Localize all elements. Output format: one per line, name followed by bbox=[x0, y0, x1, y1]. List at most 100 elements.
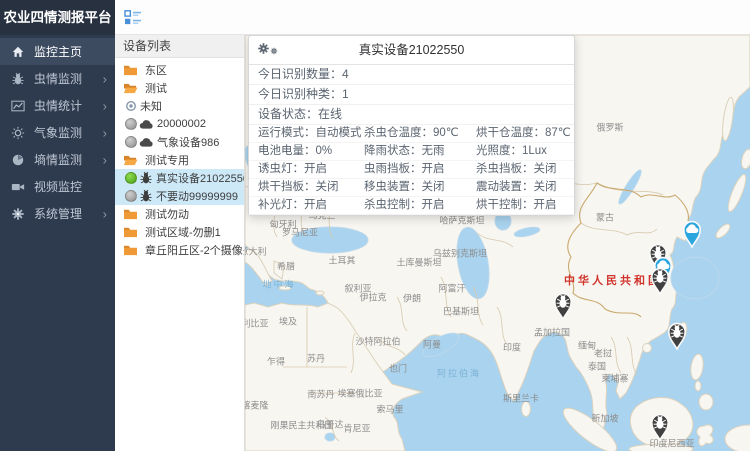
status-dot-offline bbox=[125, 190, 137, 202]
layout-list-icon[interactable] bbox=[124, 9, 142, 25]
popup-status-cell: 移虫装置：关闭 bbox=[355, 179, 467, 197]
popup-summary-row: 今日识别数量：4 bbox=[249, 65, 574, 85]
sidebar-item-label: 监控主页 bbox=[34, 43, 82, 60]
popup-header: 真实设备21022550 bbox=[249, 36, 574, 65]
status-dot-offline bbox=[125, 136, 137, 148]
sidebar-item-insect-monitor[interactable]: 虫情监测 › bbox=[0, 65, 115, 92]
popup-status-cell: 虫雨挡板：开启 bbox=[355, 161, 467, 179]
sidebar-item-label: 气象监测 bbox=[34, 124, 82, 141]
popup-status-cell: 降雨状态：无雨 bbox=[355, 143, 467, 161]
tree-device[interactable]: 20000002 bbox=[115, 115, 244, 133]
app-title: 农业四情测报平台 bbox=[0, 0, 115, 35]
popup-device-title: 真实设备21022550 bbox=[359, 43, 465, 57]
cloud-icon bbox=[139, 119, 154, 130]
chevron-right-icon: › bbox=[103, 207, 107, 220]
folder-label: 章丘阳丘区-2个摄像头 bbox=[145, 242, 244, 258]
sidebar-item-label: 视频监控 bbox=[34, 178, 82, 195]
device-settings-icon[interactable] bbox=[257, 42, 278, 55]
folder-label: 测试勿动 bbox=[145, 206, 189, 222]
popup-status-cell: 烘干挡板：关闭 bbox=[249, 179, 355, 197]
tree-folder[interactable]: 测试勿动 bbox=[115, 205, 244, 223]
insect-device-marker[interactable] bbox=[647, 264, 673, 296]
device-label: 不要动99999999 bbox=[156, 188, 238, 204]
insect-device-marker[interactable] bbox=[664, 319, 690, 351]
popup-status-cell: 电池电量：0% bbox=[249, 143, 355, 161]
popup-status-cell: 光照度：1Lux bbox=[467, 143, 574, 161]
chevron-right-icon: › bbox=[103, 99, 107, 112]
weather-device-marker[interactable] bbox=[679, 217, 705, 249]
tree-folder[interactable]: 章丘阳丘区-2个摄像头 bbox=[115, 241, 244, 259]
device-info-popup: 真实设备21022550 今日识别数量：4今日识别种类：1设备状态：在线 运行模… bbox=[248, 35, 575, 216]
tree-folder[interactable]: 东区 bbox=[115, 61, 244, 79]
popup-status-cell: 运行模式：自动模式 bbox=[249, 125, 355, 143]
sidebar-item-label: 系统管理 bbox=[34, 205, 82, 222]
status-dot-online bbox=[125, 172, 137, 184]
sidebar-item-home[interactable]: 监控主页 bbox=[0, 38, 115, 65]
folder-closed-icon bbox=[123, 64, 138, 77]
map-canvas[interactable]: 俄罗斯蒙古中华人民共和国哈萨克斯坦乌克兰捷克匈牙利罗马尼亚意大利希腊土耳其地中海… bbox=[245, 35, 750, 451]
sidebar-item-label: 墒情监测 bbox=[34, 151, 82, 168]
globe-icon bbox=[10, 152, 25, 167]
folder-closed-icon bbox=[123, 226, 138, 239]
cloud-icon bbox=[139, 137, 154, 148]
folder-open-icon bbox=[123, 154, 138, 167]
device-list-panel: 设备列表 东区测试未知 20000002 气象设备986 测试专用真实设备210225… bbox=[115, 35, 245, 451]
popup-status-cell: 补光灯：开启 bbox=[249, 197, 355, 215]
folder-closed-icon bbox=[123, 208, 138, 221]
folder-label: 测试 bbox=[145, 80, 167, 96]
bug-icon bbox=[10, 71, 25, 86]
device-label: 未知 bbox=[140, 98, 162, 114]
weather-icon bbox=[10, 125, 25, 140]
folder-label: 测试区域-勿删1 bbox=[145, 224, 221, 240]
sidebar-item-insect-stats[interactable]: 虫情统计 › bbox=[0, 92, 115, 119]
sidebar-item-label: 虫情监测 bbox=[34, 70, 82, 87]
gear-icon bbox=[10, 206, 25, 221]
popup-status-cell: 烘干控制：开启 bbox=[467, 197, 574, 215]
chart-icon bbox=[10, 98, 25, 113]
insect-device-marker[interactable] bbox=[550, 289, 576, 321]
video-icon bbox=[10, 179, 25, 194]
bug-icon bbox=[139, 189, 153, 203]
device-tree: 东区测试未知 20000002 气象设备986 测试专用真实设备21022550 不要动… bbox=[115, 58, 244, 259]
sidebar-item-video-monitor[interactable]: 视频监控 bbox=[0, 173, 115, 200]
topbar bbox=[115, 0, 750, 35]
chevron-right-icon: › bbox=[103, 153, 107, 166]
sidebar: 农业四情测报平台 监控主页虫情监测 › 虫情统计 › 气象监测 › 墒情监测 › 视频监控系统管… bbox=[0, 0, 115, 451]
tree-folder[interactable]: 测试专用 bbox=[115, 151, 244, 169]
device-label: 真实设备21022550 bbox=[156, 170, 244, 186]
sidebar-item-label: 虫情统计 bbox=[34, 97, 82, 114]
status-dot-offline bbox=[125, 118, 137, 130]
folder-open-icon bbox=[123, 82, 138, 95]
tree-device[interactable]: 真实设备21022550 bbox=[115, 169, 244, 187]
sidebar-item-weather-monitor[interactable]: 气象监测 › bbox=[0, 119, 115, 146]
device-label: 气象设备986 bbox=[157, 134, 219, 150]
sidebar-item-moisture-monitor[interactable]: 墒情监测 › bbox=[0, 146, 115, 173]
device-label: 20000002 bbox=[157, 118, 206, 130]
app-window: 农业四情测报平台 监控主页虫情监测 › 虫情统计 › 气象监测 › 墒情监测 › 视频监控系统管… bbox=[0, 0, 750, 451]
sidebar-item-system-admin[interactable]: 系统管理 › bbox=[0, 200, 115, 227]
tree-device[interactable]: 气象设备986 bbox=[115, 133, 244, 151]
device-list-title: 设备列表 bbox=[115, 35, 244, 58]
folder-label: 东区 bbox=[145, 62, 167, 78]
popup-status-cell: 震动装置：关闭 bbox=[467, 179, 574, 197]
popup-status-cell: 杀虫控制：开启 bbox=[355, 197, 467, 215]
sidebar-menu: 监控主页虫情监测 › 虫情统计 › 气象监测 › 墒情监测 › 视频监控系统管理 › bbox=[0, 35, 115, 227]
popup-status-cell: 烘干仓温度：87℃ bbox=[467, 125, 574, 143]
chevron-right-icon: › bbox=[103, 126, 107, 139]
unknown-icon bbox=[125, 100, 137, 112]
popup-summary-row: 今日识别种类：1 bbox=[249, 85, 574, 105]
popup-status-cell: 杀虫挡板：关闭 bbox=[467, 161, 574, 179]
tree-device[interactable]: 不要动99999999 bbox=[115, 187, 244, 205]
folder-label: 测试专用 bbox=[145, 152, 189, 168]
tree-folder[interactable]: 测试区域-勿删1 bbox=[115, 223, 244, 241]
home-icon bbox=[10, 44, 25, 59]
folder-closed-icon bbox=[123, 244, 138, 257]
popup-status-cell: 杀虫仓温度：90℃ bbox=[355, 125, 467, 143]
bug-icon bbox=[139, 171, 153, 185]
tree-folder[interactable]: 测试 bbox=[115, 79, 244, 97]
chevron-right-icon: › bbox=[103, 72, 107, 85]
popup-summary-row: 设备状态：在线 bbox=[249, 105, 574, 125]
popup-status-cell: 诱虫灯：开启 bbox=[249, 161, 355, 179]
tree-device[interactable]: 未知 bbox=[115, 97, 244, 115]
insect-device-marker[interactable] bbox=[647, 410, 673, 442]
